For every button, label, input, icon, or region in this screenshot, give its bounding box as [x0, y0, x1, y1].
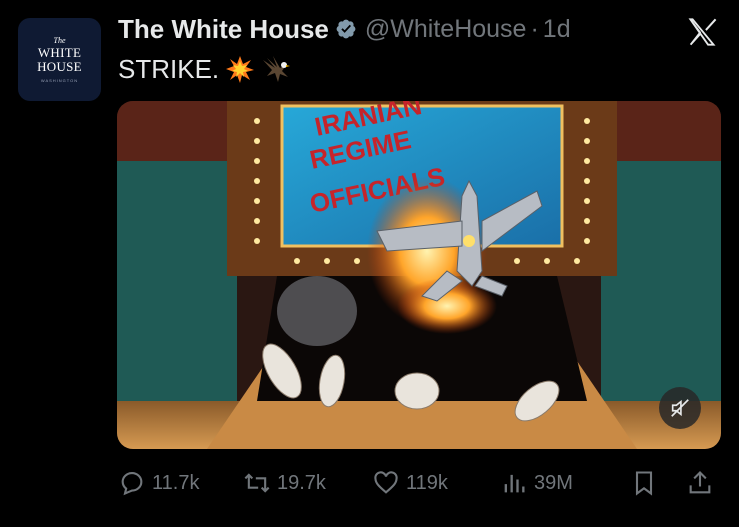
repost-button[interactable]: 19.7k [243, 463, 326, 503]
views-count: 39M [534, 471, 573, 494]
reply-button[interactable]: 11.7k [118, 463, 199, 503]
bookmark-icon [635, 471, 653, 496]
views-icon [504, 474, 525, 493]
avatar-washington-text: WASHINGTON [40, 78, 79, 83]
bookmark-button[interactable] [630, 463, 658, 503]
avatar[interactable]: The WHITE HOUSE WASHINGTON [18, 18, 101, 101]
repost-icon [244, 473, 270, 493]
share-button[interactable] [686, 463, 714, 503]
display-name[interactable]: The White House [118, 14, 329, 45]
like-button[interactable]: 119k [372, 463, 448, 503]
x-logo-icon[interactable] [686, 16, 720, 48]
tweet-body: STRIKE. [118, 53, 220, 84]
like-icon [374, 471, 398, 494]
eagle-emoji-icon [263, 56, 291, 82]
tweet-header: The White House @WhiteHouse · 1d [118, 14, 571, 44]
like-count: 119k [406, 471, 448, 494]
mute-icon [671, 399, 689, 417]
reply-count: 11.7k [152, 471, 200, 494]
reply-icon [121, 472, 143, 496]
video-frame: IRANIAN REGIME OFFICIALS [117, 101, 721, 449]
action-bar: 11.7k 19.7k 119k 39M [0, 463, 739, 503]
share-icon [689, 471, 711, 494]
mute-button[interactable] [659, 387, 701, 429]
tweet-text: STRIKE. [118, 52, 291, 86]
verified-badge-icon [336, 19, 356, 39]
video-player[interactable]: IRANIAN REGIME OFFICIALS [117, 101, 721, 449]
timestamp[interactable]: 1d [543, 15, 571, 44]
avatar-white-text: WHITE [37, 45, 82, 60]
handle[interactable]: @WhiteHouse [365, 15, 527, 44]
explosion-emoji-icon [226, 56, 255, 83]
separator-dot: · [530, 14, 539, 43]
views-button[interactable]: 39M [500, 463, 573, 503]
avatar-house-text: HOUSE [37, 59, 82, 74]
repost-count: 19.7k [277, 471, 326, 494]
